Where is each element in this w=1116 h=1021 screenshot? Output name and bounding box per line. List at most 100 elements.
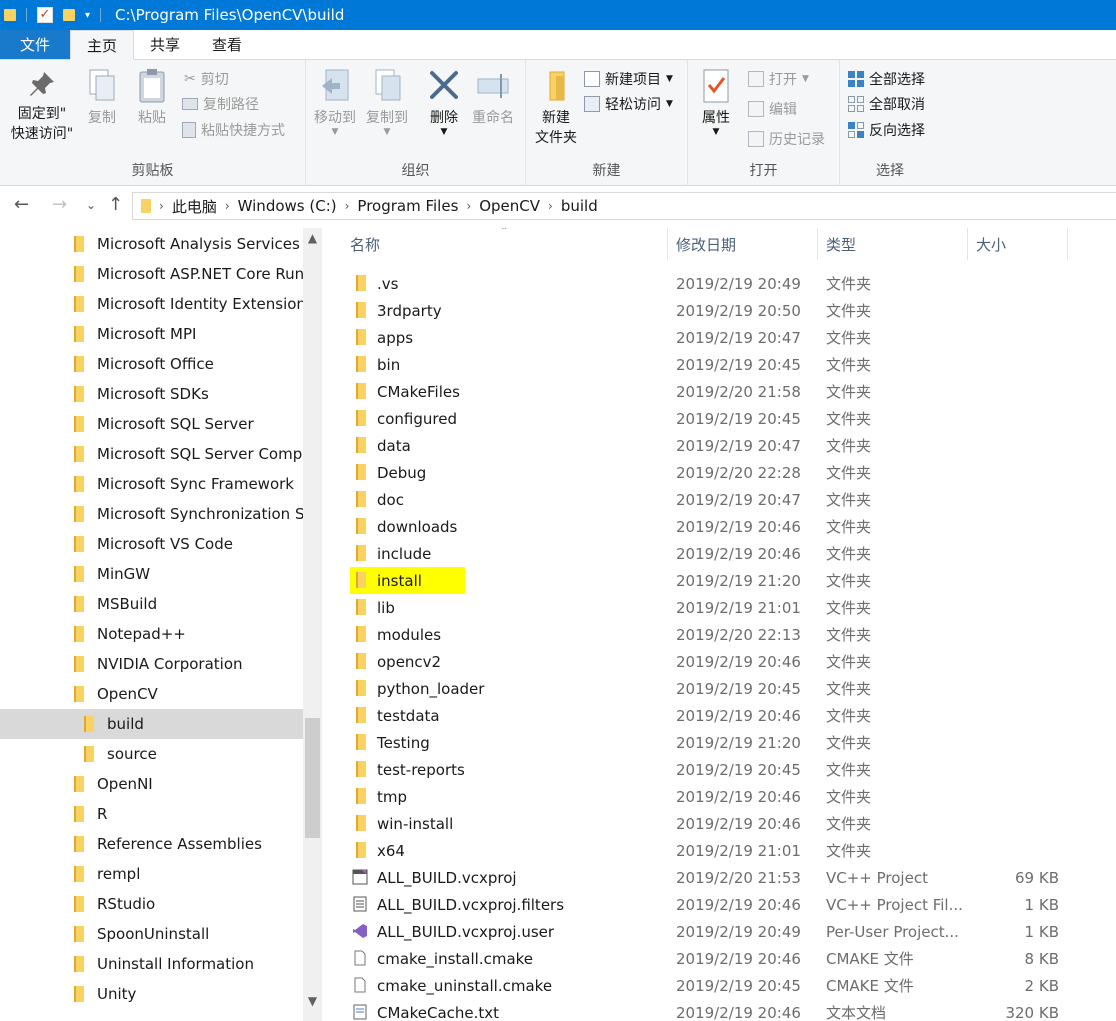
file-row[interactable]: ALL_BUILD.vcxproj.filters 2019/2/19 20:46… — [330, 891, 1116, 918]
forward-arrow-icon[interactable]: → — [52, 194, 67, 215]
new-item-button[interactable]: 新建项目 ▼ — [584, 68, 673, 90]
edit-button[interactable]: 编辑 — [748, 98, 797, 120]
file-row[interactable]: CMakeFiles 2019/2/20 21:58 文件夹 — [330, 378, 1116, 405]
nav-item[interactable]: Microsoft Office — [0, 349, 303, 379]
nav-item[interactable]: RStudio — [0, 889, 303, 919]
nav-item[interactable]: Microsoft ASP.NET Core Run — [0, 259, 303, 289]
nav-item[interactable]: OpenNI — [0, 769, 303, 799]
select-all-button[interactable]: 全部选择 — [848, 68, 925, 90]
nav-item[interactable]: Microsoft Sync Framework — [0, 469, 303, 499]
nav-item[interactable]: Microsoft SQL Server Compa — [0, 439, 303, 469]
file-row[interactable]: ALL_BUILD.vcxproj.user 2019/2/19 20:49 Per… — [330, 918, 1116, 945]
nav-item[interactable]: Reference Assemblies — [0, 829, 303, 859]
nav-item[interactable]: source — [0, 739, 303, 769]
file-row[interactable]: install 2019/2/19 21:20 文件夹 — [330, 567, 1116, 594]
nav-item[interactable]: Microsoft SDKs — [0, 379, 303, 409]
file-row[interactable]: lib 2019/2/19 21:01 文件夹 — [330, 594, 1116, 621]
copy-to-button[interactable]: 复制到 ▼ — [362, 68, 412, 137]
select-none-button[interactable]: 全部取消 — [848, 93, 925, 115]
nav-item[interactable]: R — [0, 799, 303, 829]
file-row[interactable]: include 2019/2/19 20:46 文件夹 — [330, 540, 1116, 567]
nav-item[interactable]: rempl — [0, 859, 303, 889]
file-row[interactable]: win-install 2019/2/19 20:46 文件夹 — [330, 810, 1116, 837]
tab-home[interactable]: 主页 — [70, 30, 135, 60]
file-row[interactable]: 3rdparty 2019/2/19 20:50 文件夹 — [330, 297, 1116, 324]
open-button[interactable]: 打开 ▼ — [748, 68, 809, 90]
nav-item[interactable]: Unity — [0, 979, 303, 1009]
column-header-size[interactable]: 大小 — [968, 228, 1068, 260]
file-row[interactable]: test-reports 2019/2/19 20:45 文件夹 — [330, 756, 1116, 783]
nav-item[interactable]: MSBuild — [0, 589, 303, 619]
file-row[interactable]: downloads 2019/2/19 20:46 文件夹 — [330, 513, 1116, 540]
file-row[interactable]: python_loader 2019/2/19 20:45 文件夹 — [330, 675, 1116, 702]
move-to-button[interactable]: 移动到 ▼ — [310, 68, 360, 137]
breadcrumb-separator-icon[interactable]: › — [159, 199, 164, 213]
file-row[interactable]: configured 2019/2/19 20:45 文件夹 — [330, 405, 1116, 432]
scroll-thumb[interactable] — [305, 718, 320, 838]
file-row[interactable]: .vs 2019/2/19 20:49 文件夹 — [330, 270, 1116, 297]
scroll-down-arrow-icon[interactable]: ▼ — [303, 991, 322, 1011]
breadcrumb-separator-icon[interactable]: › — [345, 199, 350, 213]
copy-path-button[interactable]: 复制路径 — [182, 93, 259, 115]
properties-icon[interactable]: ✓ — [37, 7, 53, 23]
file-row[interactable]: tmp 2019/2/19 20:46 文件夹 — [330, 783, 1116, 810]
nav-item[interactable]: MinGW — [0, 559, 303, 589]
nav-item[interactable]: OpenCV — [0, 679, 303, 709]
file-row[interactable]: testdata 2019/2/19 20:46 文件夹 — [330, 702, 1116, 729]
tab-file[interactable]: 文件 — [0, 30, 70, 59]
customize-dropdown-icon[interactable]: ▾ — [85, 10, 90, 21]
nav-item[interactable]: Microsoft Analysis Services — [0, 229, 303, 259]
breadcrumb-windows-c[interactable]: Windows (C:) — [238, 197, 337, 215]
paste-shortcut-button[interactable]: 粘贴快捷方式 — [182, 119, 285, 141]
breadcrumb-separator-icon[interactable]: › — [466, 199, 471, 213]
up-arrow-icon[interactable]: ↑ — [108, 194, 123, 215]
nav-item[interactable]: Microsoft VS Code — [0, 529, 303, 559]
file-row[interactable]: cmake_install.cmake 2019/2/19 20:46 CMAKE … — [330, 945, 1116, 972]
nav-item[interactable]: NVIDIA Corporation — [0, 649, 303, 679]
nav-item[interactable]: Microsoft SQL Server — [0, 409, 303, 439]
cut-button[interactable]: ✂ 剪切 — [184, 68, 229, 90]
file-row[interactable]: Testing 2019/2/19 21:20 文件夹 — [330, 729, 1116, 756]
breadcrumb-this-pc[interactable]: 此电脑 — [172, 196, 217, 217]
copy-button[interactable]: 复制 — [82, 68, 122, 128]
column-header-type[interactable]: 类型 — [818, 228, 968, 260]
file-row[interactable]: x64 2019/2/19 21:01 文件夹 — [330, 837, 1116, 864]
file-row[interactable]: modules 2019/2/20 22:13 文件夹 — [330, 621, 1116, 648]
file-row[interactable]: data 2019/2/19 20:47 文件夹 — [330, 432, 1116, 459]
nav-item[interactable]: Microsoft MPI — [0, 319, 303, 349]
file-row[interactable]: cmake_uninstall.cmake 2019/2/19 20:45 CMAK… — [330, 972, 1116, 999]
nav-item[interactable]: SpoonUninstall — [0, 919, 303, 949]
nav-item[interactable]: Microsoft Synchronization Se — [0, 499, 303, 529]
column-header-date[interactable]: 修改日期 — [668, 228, 818, 260]
breadcrumb-separator-icon[interactable]: › — [548, 199, 553, 213]
file-row[interactable]: apps 2019/2/19 20:47 文件夹 — [330, 324, 1116, 351]
nav-item[interactable]: Microsoft Identity Extensions — [0, 289, 303, 319]
history-button[interactable]: 历史记录 — [748, 128, 825, 150]
file-row[interactable]: bin 2019/2/19 20:45 文件夹 — [330, 351, 1116, 378]
file-row[interactable]: ALL_BUILD.vcxproj 2019/2/20 21:53 VC++ Pro… — [330, 864, 1116, 891]
pin-quick-access-button[interactable]: 固定到" 快速访问" — [6, 68, 78, 144]
nav-item[interactable]: build — [0, 709, 303, 739]
scroll-up-arrow-icon[interactable]: ▲ — [303, 228, 322, 248]
file-row[interactable]: opencv2 2019/2/19 20:46 文件夹 — [330, 648, 1116, 675]
rename-button[interactable]: 重命名 — [468, 68, 518, 128]
nav-item[interactable]: Uninstall Information — [0, 949, 303, 979]
file-row[interactable]: Debug 2019/2/20 22:28 文件夹 — [330, 459, 1116, 486]
nav-item[interactable]: Notepad++ — [0, 619, 303, 649]
breadcrumb-separator-icon[interactable]: › — [225, 199, 230, 213]
address-bar[interactable]: › 此电脑 › Windows (C:) › Program Files › O… — [132, 192, 1116, 220]
new-folder-icon[interactable] — [63, 9, 75, 21]
nav-scrollbar[interactable]: ▲ ▼ — [303, 228, 322, 1021]
back-arrow-icon[interactable]: ← — [14, 194, 29, 215]
invert-selection-button[interactable]: 反向选择 — [848, 119, 925, 141]
paste-button[interactable]: 粘贴 — [132, 68, 172, 128]
breadcrumb-program-files[interactable]: Program Files — [357, 197, 458, 215]
file-row[interactable]: CMakeCache.txt 2019/2/19 20:46 文本文档 320 KB — [330, 999, 1116, 1021]
properties-button[interactable]: 属性 ▼ — [696, 68, 736, 137]
recent-locations-chevron-icon[interactable]: ⌄ — [86, 198, 96, 212]
breadcrumb-opencv[interactable]: OpenCV — [479, 197, 540, 215]
file-row[interactable]: doc 2019/2/19 20:47 文件夹 — [330, 486, 1116, 513]
tab-share[interactable]: 共享 — [134, 30, 196, 59]
new-folder-button[interactable]: 新建 文件夹 — [530, 68, 582, 148]
tab-view[interactable]: 查看 — [196, 30, 258, 59]
